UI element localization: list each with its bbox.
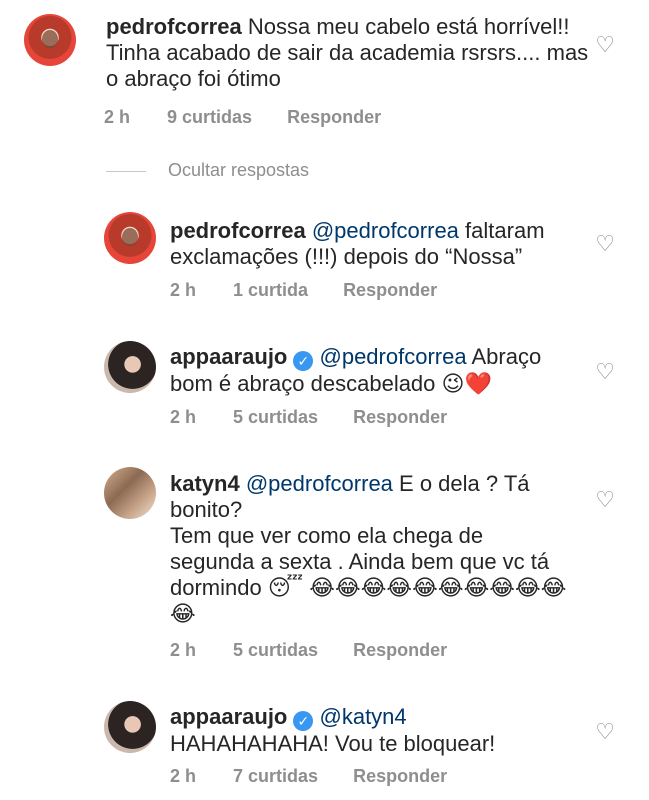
likes-count[interactable]: 9 curtidas [167,107,252,128]
comment-body-line: Tem que ver como ela chega de [170,523,484,548]
comment-text: pedrofcorrea Nossa meu cabelo está horrí… [106,14,606,92]
wink-emoji-icon: 😉 [441,371,465,396]
hide-replies-label: Ocultar respostas [168,160,310,180]
likes-count[interactable]: 5 curtidas [233,407,318,428]
laughing-emoji-icon: 😂 [489,575,516,600]
mention-link[interactable]: @pedrofcorrea [320,344,467,369]
comment-text: pedrofcorrea @pedrofcorrea faltaram excl… [170,218,590,270]
laughing-emoji-icon: 😂 [412,575,438,600]
avatar[interactable] [104,341,156,393]
reply-button[interactable]: Responder [353,766,447,787]
laughing-emoji-icon: 😂 [334,575,361,600]
comment-meta: 2 h 9 curtidas Responder [104,107,381,128]
red-heart-emoji-icon: ❤️ [464,371,492,396]
avatar[interactable] [24,14,76,66]
username[interactable]: pedrofcorrea [106,14,242,39]
timestamp: 2 h [170,640,197,660]
likes-count[interactable]: 5 curtidas [233,640,318,661]
comment-body: HAHAHAHAHA! Vou te bloquear! [170,731,496,756]
comment-text: appaaraujo ✓ @katyn4 HAHAHAHAHA! Vou te b… [170,704,590,757]
mention-link[interactable]: @pedrofcorrea [312,218,459,243]
likes-count[interactable]: 7 curtidas [233,766,318,787]
reply-button[interactable]: Responder [353,640,447,661]
timestamp: 2 h [170,280,197,300]
timestamp: 2 h [170,766,197,786]
verified-badge-icon: ✓ [293,351,314,371]
comment-meta: 2 h 7 curtidas Responder [170,766,447,787]
verified-badge-icon: ✓ [293,711,314,731]
laughing-emoji-icon: 😂 [437,575,464,600]
comment-text: katyn4 @pedrofcorrea E o dela ? Tá bonit… [170,471,610,627]
divider [106,170,146,172]
reply-button[interactable]: Responder [343,280,437,301]
comment-text: appaaraujo ✓ @pedrofcorrea Abraço bom é a… [170,344,590,397]
comment-meta: 2 h 5 curtidas Responder [170,407,447,428]
like-heart-icon[interactable]: ♡ [595,32,615,58]
laughing-emoji-icon: 😂 [386,575,413,600]
like-heart-icon[interactable]: ♡ [595,719,615,745]
mention-link[interactable]: @pedrofcorrea [246,471,393,496]
laughing-emoji-icon: 😂 [360,575,387,600]
comment-meta: 2 h 1 curtida Responder [170,280,437,301]
comment-meta: 2 h 5 curtidas Responder [170,640,447,661]
like-heart-icon[interactable]: ♡ [595,231,615,257]
laughing-emoji-icon: 😂 [170,601,196,626]
avatar[interactable] [104,212,156,264]
username[interactable]: katyn4 [170,471,240,496]
mention-link[interactable]: @katyn4 [320,704,407,729]
reply-button[interactable]: Responder [353,407,447,428]
comment-body-line: segunda a sexta . Ainda bem que vc tá [170,549,550,574]
laughing-emoji-icon: 😂 [463,575,490,600]
sleeping-emoji-icon: 😴 [267,575,304,600]
comment-body-line: dormindo [170,575,262,600]
comment-body-line: E o dela ? Tá [399,471,530,496]
username[interactable]: appaaraujo [170,344,287,369]
username[interactable]: appaaraujo [170,704,287,729]
avatar[interactable] [104,467,156,519]
laughing-emoji-icon: 😂 [515,575,541,600]
like-heart-icon[interactable]: ♡ [595,359,615,385]
laughing-emoji-icon: 😂 [540,575,567,600]
hide-replies-button[interactable]: Ocultar respostas [106,160,309,181]
timestamp: 2 h [170,407,197,427]
avatar[interactable] [104,701,156,753]
reply-button[interactable]: Responder [287,107,381,128]
comment-body-line: bonito? [170,497,243,522]
username[interactable]: pedrofcorrea [170,218,306,243]
laughing-emoji-icon: 😂 [309,575,335,600]
like-heart-icon[interactable]: ♡ [595,487,615,513]
likes-count[interactable]: 1 curtida [233,280,308,301]
timestamp: 2 h [104,107,131,127]
